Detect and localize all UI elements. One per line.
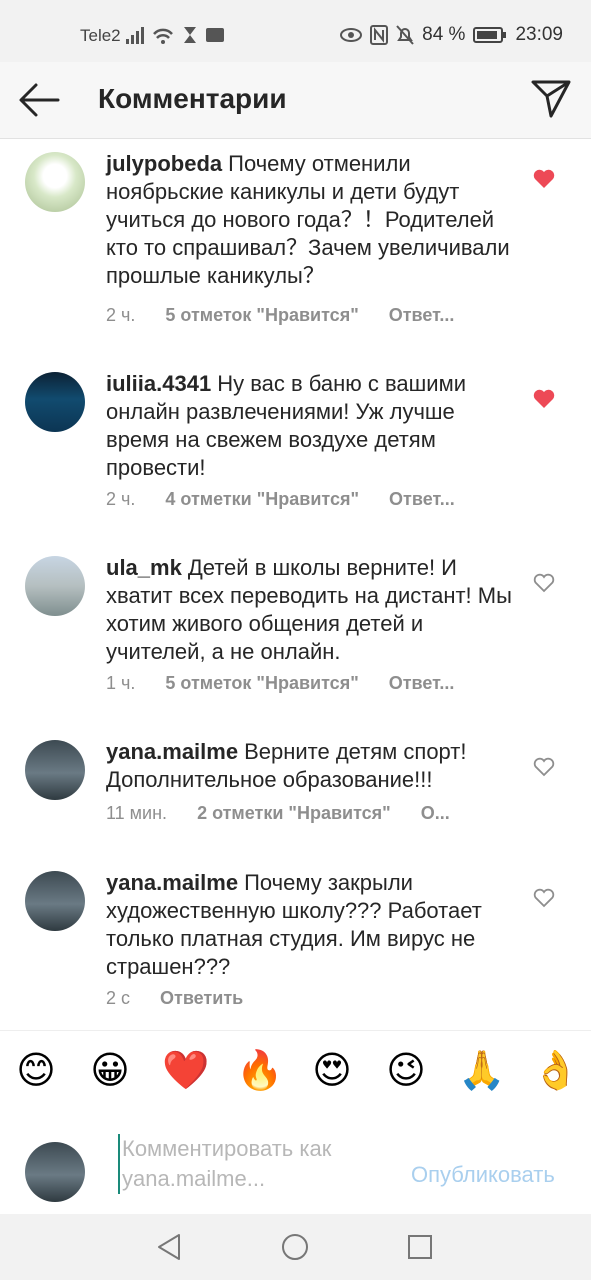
comment-time: 2 с — [106, 988, 131, 1008]
carrier-label: Tele2 — [80, 26, 121, 45]
comment-meta: 2 с Ответить — [106, 988, 273, 1009]
emoji-smile-icon[interactable]: 😊 — [14, 1049, 58, 1093]
avatar[interactable] — [25, 372, 85, 432]
heart-outline-icon[interactable] — [533, 757, 555, 777]
emoji-wink-icon[interactable]: 😉 — [384, 1049, 428, 1093]
avatar[interactable] — [25, 740, 85, 800]
likes-count[interactable]: 4 отметки "Нравится" — [165, 489, 359, 510]
emoji-pray-icon[interactable]: 🙏 — [458, 1049, 505, 1093]
comment-composer: Комментировать как yana.mailme... Опубли… — [0, 1108, 591, 1214]
status-bar: Tele2 84 % 23:09 — [0, 0, 591, 62]
comment-username[interactable]: yana.mailme — [106, 870, 238, 895]
bell-muted-icon — [396, 25, 414, 45]
reply-link[interactable]: Ответить — [160, 988, 243, 1009]
reply-link[interactable]: Ответ... — [389, 673, 455, 694]
likes-count[interactable]: 2 отметки "Нравится" — [197, 803, 391, 824]
comment-meta: 1 ч. 5 отметок "Нравится" Ответ... — [106, 673, 484, 694]
header-bar: Комментарии — [0, 62, 591, 139]
emoji-grin-icon[interactable]: 😀 — [88, 1049, 132, 1093]
heart-outline-icon[interactable] — [533, 573, 555, 593]
comment-meta: 2 ч. 4 отметки "Нравится" Ответ... — [106, 489, 485, 510]
nav-back-icon[interactable] — [155, 1232, 183, 1262]
avatar[interactable] — [25, 152, 85, 212]
battery-icon — [473, 27, 507, 43]
battery-percent: 84 % — [422, 24, 466, 45]
comment-text: julypobeda Почему отменили ноябрьские кан… — [106, 150, 516, 290]
comment-text: ula_mk Детей в школы верните! И хватит вс… — [106, 554, 516, 666]
comment-time: 11 мин. — [106, 803, 168, 823]
comment-username[interactable]: yana.mailme — [106, 739, 238, 764]
clock: 23:09 — [515, 24, 563, 45]
emoji-heart-icon[interactable]: ❤️ — [162, 1049, 209, 1093]
publish-button[interactable]: Опубликовать — [411, 1162, 555, 1188]
likes-count[interactable]: 5 отметок "Нравится" — [165, 673, 358, 694]
heart-liked-icon[interactable] — [533, 169, 555, 189]
heart-outline-icon[interactable] — [533, 888, 555, 908]
comment-username[interactable]: julypobeda — [106, 151, 222, 176]
nav-recents-icon[interactable] — [407, 1234, 433, 1260]
reply-link[interactable]: Ответ... — [389, 305, 455, 326]
reply-link[interactable]: Ответ... — [389, 489, 455, 510]
comment-text: yana.mailme Почему закрыли художественную… — [106, 869, 516, 981]
page-title: Комментарии — [98, 83, 287, 114]
back-arrow-icon[interactable] — [16, 80, 62, 120]
avatar[interactable] — [25, 556, 85, 616]
comment-time: 1 ч. — [106, 673, 136, 693]
emoji-quick-bar: 😊 😀 ❤️ 🔥 😍 😉 🙏 👌 — [0, 1030, 591, 1110]
nav-home-icon[interactable] — [281, 1233, 309, 1261]
send-direct-icon[interactable] — [529, 76, 573, 120]
emoji-fire-icon[interactable]: 🔥 — [236, 1049, 283, 1093]
avatar — [25, 1142, 85, 1202]
comment-meta: 2 ч. 5 отметок "Нравится" Ответ... — [106, 305, 484, 326]
avatar[interactable] — [25, 871, 85, 931]
comment-meta: 11 мин. 2 отметки "Нравится" О... — [106, 803, 480, 824]
emoji-ok-hand-icon[interactable]: 👌 — [532, 1049, 579, 1093]
eye-icon — [340, 28, 363, 42]
comment-time: 2 ч. — [106, 489, 136, 509]
nfc-icon — [370, 25, 389, 45]
comment-username[interactable]: ula_mk — [106, 555, 182, 580]
comment-time: 2 ч. — [106, 305, 136, 325]
comment-text: yana.mailme Верните детям спорт! Дополнит… — [106, 738, 516, 794]
emoji-heart-eyes-icon[interactable]: 😍 — [310, 1049, 354, 1093]
heart-liked-icon[interactable] — [533, 389, 555, 409]
status-right: 84 % 23:09 — [340, 24, 563, 46]
system-nav-bar — [0, 1214, 591, 1280]
comment-input[interactable]: Комментировать как yana.mailme... — [118, 1134, 402, 1194]
comment-text: iuliia.4341 Ну вас в баню с вашими онлайн… — [106, 370, 516, 482]
likes-count[interactable]: 5 отметок "Нравится" — [165, 305, 358, 326]
comment-username[interactable]: iuliia.4341 — [106, 371, 211, 396]
reply-link[interactable]: О... — [421, 803, 450, 824]
signal-wifi-icons — [126, 27, 224, 44]
